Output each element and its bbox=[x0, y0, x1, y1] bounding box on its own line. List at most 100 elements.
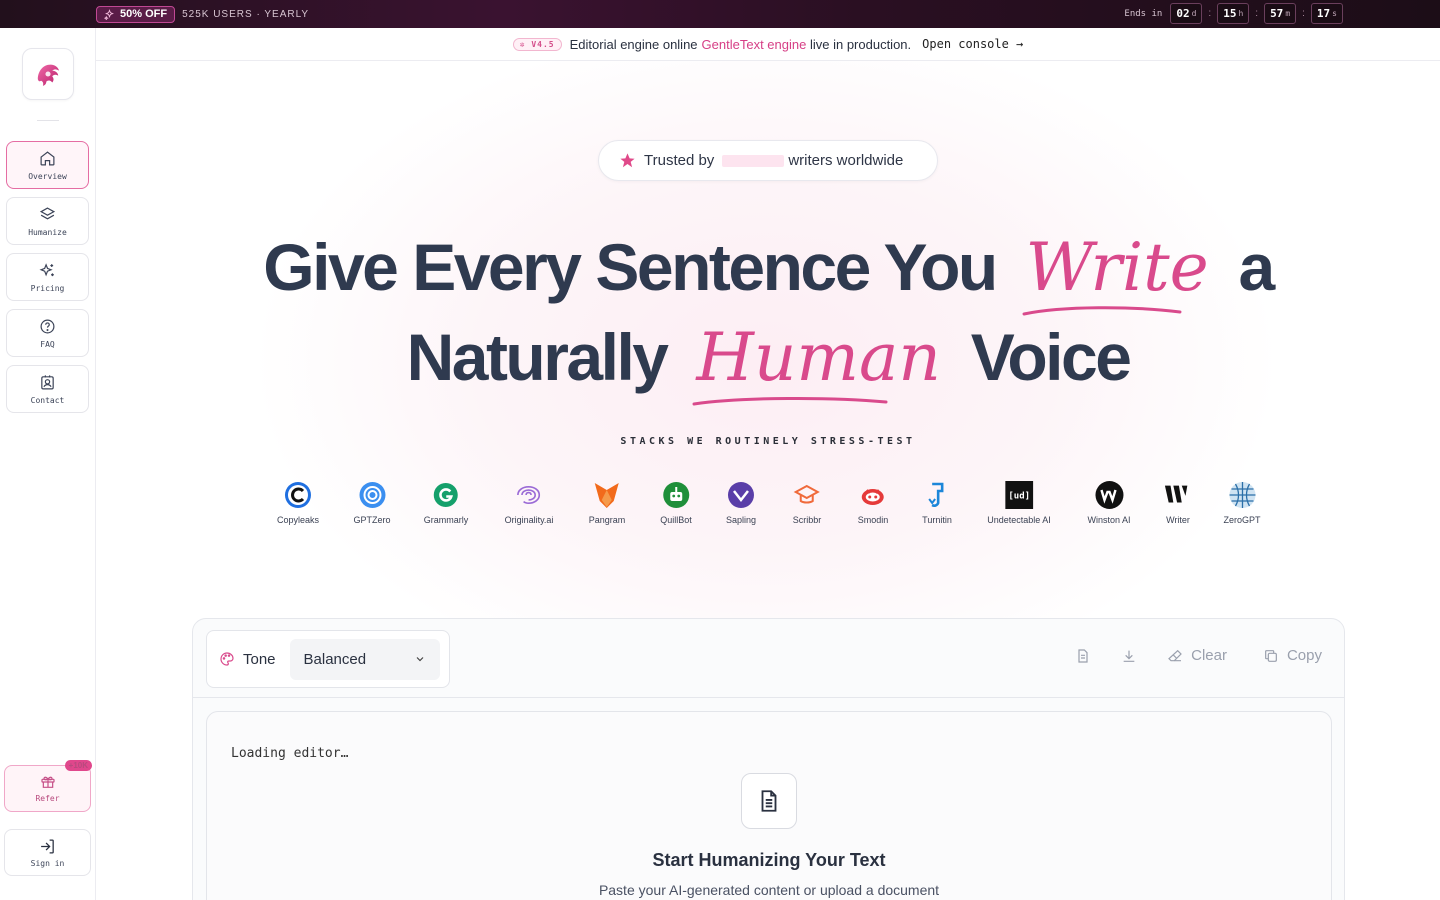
smodin-icon bbox=[861, 489, 884, 505]
headline-script-word: Write bbox=[1017, 221, 1217, 316]
sidebar-item-label: Pricing bbox=[30, 283, 65, 293]
trusted-pill: Trusted by writers worldwide bbox=[598, 140, 938, 181]
brand-logo-icon bbox=[37, 64, 60, 86]
detector-logo: QuillBot bbox=[660, 481, 692, 525]
countdown: Ends in 02 d : 15 h : 57 m : 17 s bbox=[1124, 3, 1343, 24]
sidebar-item-pricing[interactable]: Pricing bbox=[6, 253, 89, 301]
refer-button[interactable]: +10K Refer bbox=[4, 760, 92, 812]
underline-swash bbox=[692, 396, 888, 406]
headline-text: Naturally bbox=[406, 320, 669, 394]
clear-button[interactable]: Clear bbox=[1167, 647, 1227, 664]
sapling-icon bbox=[728, 482, 754, 508]
originality-icon bbox=[517, 485, 541, 505]
download-button[interactable] bbox=[1121, 648, 1137, 664]
detector-logo: Writer bbox=[1164, 481, 1192, 525]
refer-badge: +10K bbox=[64, 760, 92, 771]
layers-icon bbox=[39, 206, 56, 219]
copy-button[interactable]: Copy bbox=[1263, 647, 1322, 664]
promo-bar: 50% OFF 525K USERS · YEARLY Ends in 02 d … bbox=[0, 0, 1440, 28]
undetectable-icon: [ud] bbox=[1004, 481, 1033, 509]
empty-state-title: Start Humanizing Your Text bbox=[652, 850, 886, 870]
eraser-icon bbox=[1168, 649, 1182, 661]
detector-logo: Grammarly bbox=[424, 481, 468, 525]
detector-logo: Smodin bbox=[858, 481, 888, 525]
sidebar-item-overview[interactable]: Overview bbox=[6, 141, 89, 189]
sign-in-label: Sign in bbox=[30, 858, 65, 868]
sidebar-item-humanize[interactable]: Humanize bbox=[6, 197, 89, 245]
timer-hours: 15 h bbox=[1217, 3, 1250, 24]
timer-seconds: 17 s bbox=[1310, 3, 1343, 24]
chevron-down-icon bbox=[416, 657, 423, 662]
timer-minutes: 57 m bbox=[1264, 3, 1297, 24]
file-text-icon bbox=[761, 790, 777, 812]
detector-logo: Copyleaks bbox=[277, 481, 319, 525]
star-icon bbox=[620, 153, 635, 168]
turnitin-icon bbox=[928, 482, 944, 507]
trusted-text-before: Trusted by bbox=[644, 152, 715, 169]
text-editor[interactable]: Loading editor… Start Humanizing Your Te… bbox=[206, 711, 1332, 900]
pangram-icon bbox=[595, 483, 619, 508]
copy-icon bbox=[1265, 649, 1277, 662]
tone-select[interactable]: Balanced bbox=[289, 638, 440, 680]
headline-script-word: Human bbox=[688, 311, 949, 406]
document-icon bbox=[1078, 648, 1088, 663]
timer-separator: : bbox=[1255, 8, 1259, 19]
main-content: Trusted by writers worldwide Give Every … bbox=[96, 61, 1440, 900]
sparkle-icon: ✲ bbox=[519, 39, 532, 49]
sparkle-icon bbox=[104, 8, 114, 20]
detector-logo: ZeroGPT bbox=[1223, 481, 1261, 525]
tone-control: Tone Balanced bbox=[206, 630, 450, 688]
underline-swash bbox=[1022, 306, 1182, 316]
copyleaks-icon bbox=[285, 482, 311, 508]
detector-logo: Scribbr bbox=[793, 481, 821, 525]
timer-separator: : bbox=[1302, 8, 1305, 19]
sidebar-item-label: Contact bbox=[30, 395, 65, 405]
detector-logo: GPTZero bbox=[353, 481, 391, 525]
headline-text: Voice bbox=[970, 320, 1132, 394]
open-console-link[interactable]: Open console → bbox=[922, 37, 1023, 51]
sidebar-item-faq[interactable]: FAQ bbox=[6, 309, 89, 357]
headline-text: a bbox=[1238, 230, 1276, 304]
detector-logo: Originality.ai bbox=[505, 481, 553, 525]
editor-toolbar: Tone Balanced Clear Copy bbox=[193, 619, 1344, 698]
grammarly-icon bbox=[434, 483, 458, 507]
winston-icon bbox=[1095, 481, 1123, 509]
contact-icon bbox=[41, 374, 54, 389]
announcement-bar: ✲ V4.5 Editorial engine online GentleTex… bbox=[96, 28, 1440, 61]
scribbr-icon bbox=[793, 484, 821, 504]
tone-value: Balanced bbox=[303, 650, 367, 668]
gptzero-icon bbox=[358, 482, 385, 508]
brand-logo[interactable] bbox=[22, 48, 74, 100]
trusted-text-after: writers worldwide bbox=[788, 152, 904, 169]
empty-state-subtitle: Paste your AI-generated content or uploa… bbox=[598, 882, 940, 898]
zerogpt-icon bbox=[1228, 482, 1255, 508]
detector-logo: [ud] Undetectable AI bbox=[987, 481, 1051, 525]
sidebar-divider bbox=[37, 120, 59, 121]
discount-badge[interactable]: 50% OFF bbox=[96, 5, 176, 23]
sidebar-item-label: FAQ bbox=[40, 339, 55, 349]
document-button[interactable] bbox=[1075, 648, 1091, 664]
version-badge: ✲ V4.5 bbox=[512, 37, 562, 51]
sidebar-item-contact[interactable]: Contact bbox=[6, 365, 89, 413]
detector-logo: Sapling bbox=[726, 481, 756, 525]
detector-logo: Turnitin bbox=[922, 481, 952, 525]
home-icon bbox=[40, 150, 55, 165]
palette-icon bbox=[220, 652, 234, 666]
hero-headline-line1: Give Every Sentence You Write a bbox=[96, 221, 1440, 316]
timer-days: 02 d bbox=[1170, 3, 1203, 24]
sparkles-icon bbox=[39, 262, 54, 276]
announcement-text-after: live in production. bbox=[809, 36, 912, 52]
hero-headline-line2: Naturally Human Voice bbox=[96, 311, 1440, 406]
editor-card: Tone Balanced Clear Copy Loading editor…… bbox=[192, 618, 1345, 900]
timer-separator: : bbox=[1208, 8, 1212, 19]
trusted-count-placeholder bbox=[722, 154, 785, 167]
download-icon bbox=[1123, 650, 1135, 662]
detector-logos: Copyleaks GPTZero Grammarly Originality.… bbox=[96, 481, 1440, 531]
headline-text: Give Every Sentence You bbox=[263, 230, 998, 304]
editor-tools: Clear Copy bbox=[1075, 647, 1322, 664]
sign-in-button[interactable]: Sign in bbox=[4, 829, 91, 876]
upload-document-button[interactable] bbox=[741, 773, 797, 829]
discount-label: 50% OFF bbox=[120, 8, 168, 20]
announcement-highlight: GentleText engine bbox=[701, 36, 807, 52]
announcement-text: Editorial engine online bbox=[569, 36, 698, 52]
